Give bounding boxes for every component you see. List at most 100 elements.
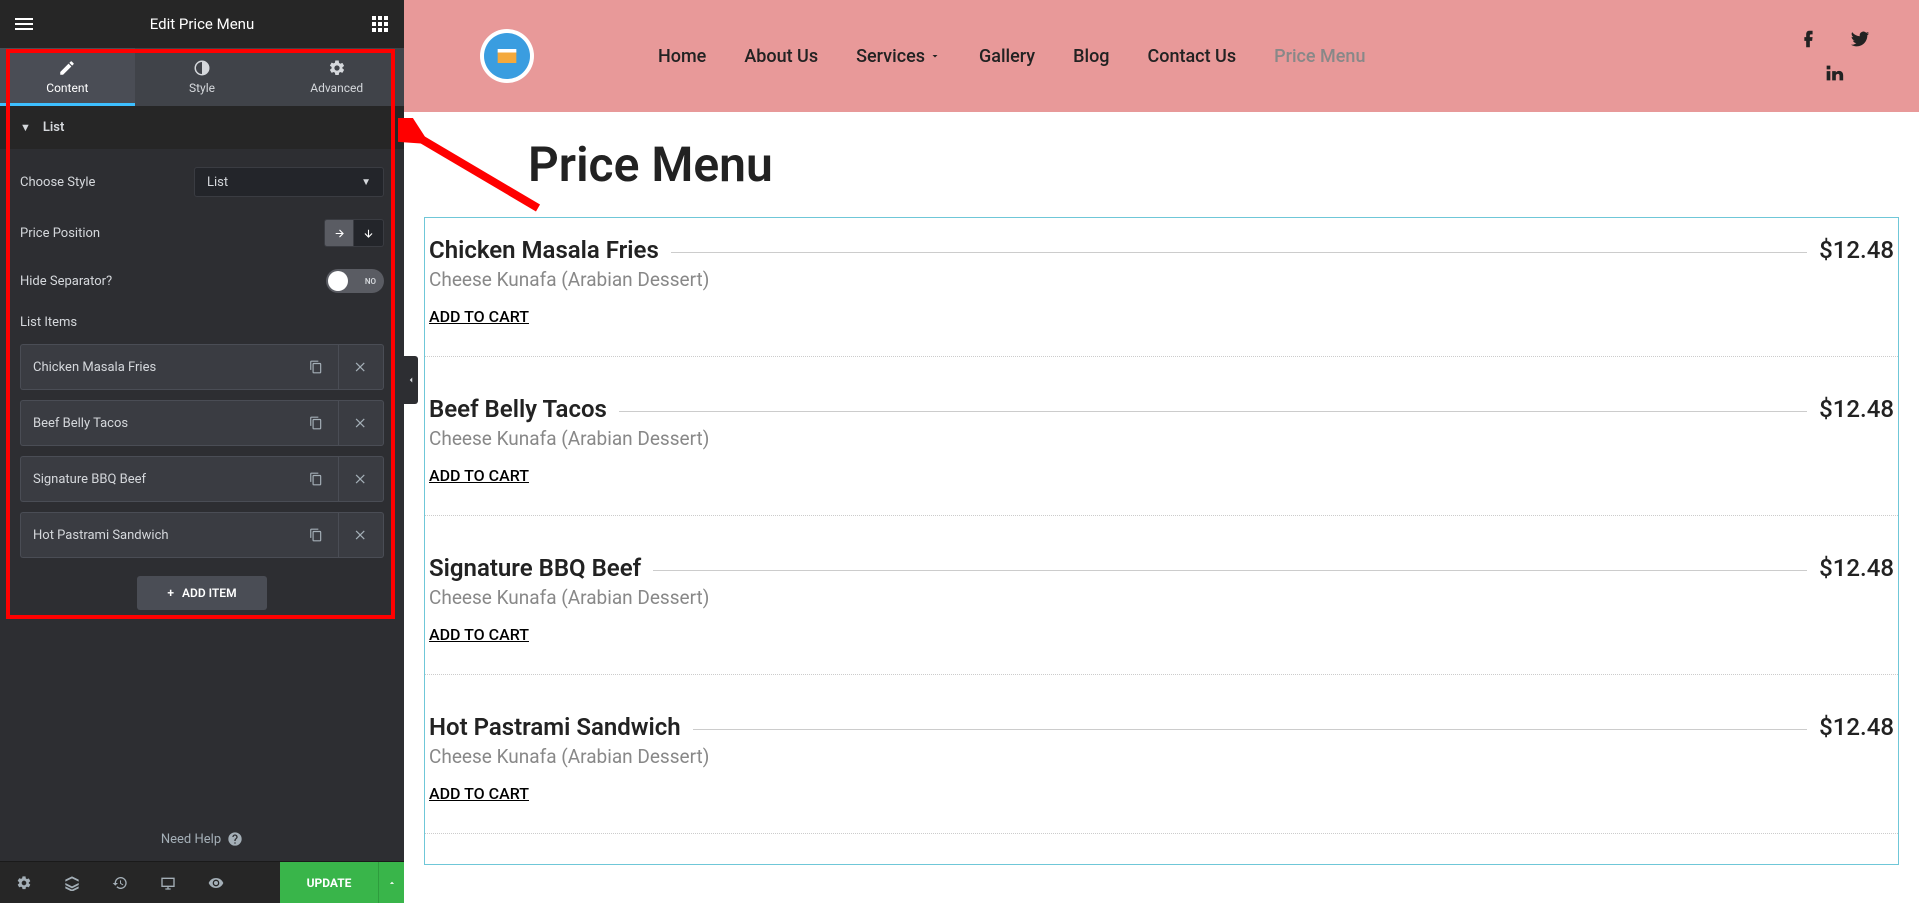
menu-item-desc: Cheese Kunafa (Arabian Dessert): [429, 586, 1894, 609]
panel-header: Edit Price Menu: [0, 0, 404, 48]
menu-item-price: $12.48: [1819, 713, 1894, 741]
tab-style[interactable]: Style: [135, 48, 270, 106]
list-item-title: Beef Belly Tacos: [20, 400, 294, 446]
menu-separator: [671, 252, 1807, 253]
control-price-position: Price Position: [20, 219, 384, 247]
menu-item-price: $12.48: [1819, 554, 1894, 582]
list-item[interactable]: Beef Belly Tacos: [20, 400, 384, 446]
linkedin-icon[interactable]: [1823, 62, 1845, 84]
menu-item-name: Chicken Masala Fries: [429, 236, 659, 264]
duplicate-button[interactable]: [294, 512, 339, 558]
menu-icon[interactable]: [12, 12, 36, 36]
nav-about[interactable]: About Us: [744, 46, 818, 67]
facebook-icon[interactable]: [1797, 28, 1819, 50]
main-nav: Home About Us Services Gallery Blog Cont…: [658, 46, 1365, 67]
price-position-toggle: [324, 219, 384, 247]
need-help-label: Need Help: [161, 832, 221, 847]
page-title: Price Menu: [528, 136, 1919, 193]
social-links: [1797, 28, 1871, 84]
remove-button[interactable]: [339, 400, 384, 446]
switch-value: NO: [365, 277, 376, 286]
nav-contact[interactable]: Contact Us: [1148, 46, 1237, 67]
nav-services[interactable]: Services: [856, 46, 941, 67]
tab-content-label: Content: [46, 81, 88, 95]
list-item[interactable]: Hot Pastrami Sandwich: [20, 512, 384, 558]
help-icon: [227, 831, 243, 847]
menu-separator: [619, 411, 1807, 412]
tab-style-label: Style: [189, 81, 215, 95]
add-item-label: ADD ITEM: [182, 586, 237, 600]
price-position-right[interactable]: [324, 219, 354, 247]
need-help-link[interactable]: Need Help: [0, 817, 404, 861]
control-hide-separator: Hide Separator? NO: [20, 269, 384, 293]
update-options-button[interactable]: [378, 862, 404, 903]
tab-advanced[interactable]: Advanced: [269, 48, 404, 106]
duplicate-button[interactable]: [294, 344, 339, 390]
list-item[interactable]: Signature BBQ Beef: [20, 456, 384, 502]
nav-price-menu[interactable]: Price Menu: [1274, 46, 1365, 67]
nav-services-label: Services: [856, 46, 925, 67]
preview-button[interactable]: [192, 862, 240, 903]
responsive-button[interactable]: [144, 862, 192, 903]
menu-item-price: $12.48: [1819, 395, 1894, 423]
duplicate-button[interactable]: [294, 456, 339, 502]
add-to-cart-link[interactable]: ADD TO CART: [429, 784, 529, 803]
list-items-container: Chicken Masala Fries Beef Belly Tacos Si…: [20, 344, 384, 558]
widgets-icon[interactable]: [368, 12, 392, 36]
add-to-cart-link[interactable]: ADD TO CART: [429, 307, 529, 326]
panel-collapse-handle[interactable]: [404, 356, 418, 404]
duplicate-button[interactable]: [294, 400, 339, 446]
choose-style-select[interactable]: List ▼: [194, 167, 384, 197]
menu-item-desc: Cheese Kunafa (Arabian Dessert): [429, 427, 1894, 450]
add-to-cart-link[interactable]: ADD TO CART: [429, 625, 529, 644]
menu-item: Signature BBQ Beef $12.48 Cheese Kunafa …: [425, 546, 1898, 675]
tab-advanced-label: Advanced: [310, 81, 363, 95]
remove-button[interactable]: [339, 344, 384, 390]
nav-gallery[interactable]: Gallery: [979, 46, 1035, 67]
menu-separator: [693, 729, 1807, 730]
nav-blog[interactable]: Blog: [1073, 46, 1109, 67]
hide-separator-label: Hide Separator?: [20, 274, 112, 289]
site-logo[interactable]: [480, 29, 534, 83]
settings-button[interactable]: [0, 862, 48, 903]
choose-style-value: List: [207, 175, 228, 190]
history-button[interactable]: [96, 862, 144, 903]
nav-home[interactable]: Home: [658, 46, 706, 67]
choose-style-label: Choose Style: [20, 175, 95, 190]
remove-button[interactable]: [339, 456, 384, 502]
menu-item: Chicken Masala Fries $12.48 Cheese Kunaf…: [425, 228, 1898, 357]
list-items-label: List Items: [20, 315, 384, 330]
add-item-button[interactable]: + ADD ITEM: [137, 576, 267, 610]
chevron-down-icon: [929, 50, 941, 62]
update-button[interactable]: UPDATE: [280, 862, 378, 903]
menu-separator: [653, 570, 1807, 571]
panel-tabs: Content Style Advanced: [0, 48, 404, 106]
list-item-title: Hot Pastrami Sandwich: [20, 512, 294, 558]
control-choose-style: Choose Style List ▼: [20, 167, 384, 197]
section-title: List: [43, 120, 64, 135]
menu-item: Beef Belly Tacos $12.48 Cheese Kunafa (A…: [425, 387, 1898, 516]
price-position-bottom[interactable]: [354, 219, 384, 247]
tab-content[interactable]: Content: [0, 48, 135, 106]
menu-item: Hot Pastrami Sandwich $12.48 Cheese Kuna…: [425, 705, 1898, 834]
hide-separator-switch[interactable]: NO: [326, 269, 384, 293]
menu-item-price: $12.48: [1819, 236, 1894, 264]
menu-item-name: Beef Belly Tacos: [429, 395, 607, 423]
remove-button[interactable]: [339, 512, 384, 558]
preview-area[interactable]: Home About Us Services Gallery Blog Cont…: [404, 0, 1919, 903]
site-header: Home About Us Services Gallery Blog Cont…: [404, 0, 1919, 112]
editor-panel: Edit Price Menu Content Style Advanced ▼…: [0, 0, 404, 903]
menu-item-desc: Cheese Kunafa (Arabian Dessert): [429, 745, 1894, 768]
list-item-title: Signature BBQ Beef: [20, 456, 294, 502]
chevron-down-icon: ▼: [361, 177, 371, 188]
section-list-header[interactable]: ▼ List: [0, 106, 404, 149]
twitter-icon[interactable]: [1849, 28, 1871, 50]
panel-footer: UPDATE: [0, 861, 404, 903]
price-position-label: Price Position: [20, 226, 100, 241]
menu-item-desc: Cheese Kunafa (Arabian Dessert): [429, 268, 1894, 291]
plus-icon: +: [167, 586, 174, 600]
add-to-cart-link[interactable]: ADD TO CART: [429, 466, 529, 485]
navigator-button[interactable]: [48, 862, 96, 903]
list-item[interactable]: Chicken Masala Fries: [20, 344, 384, 390]
price-menu-widget[interactable]: Chicken Masala Fries $12.48 Cheese Kunaf…: [424, 217, 1899, 865]
